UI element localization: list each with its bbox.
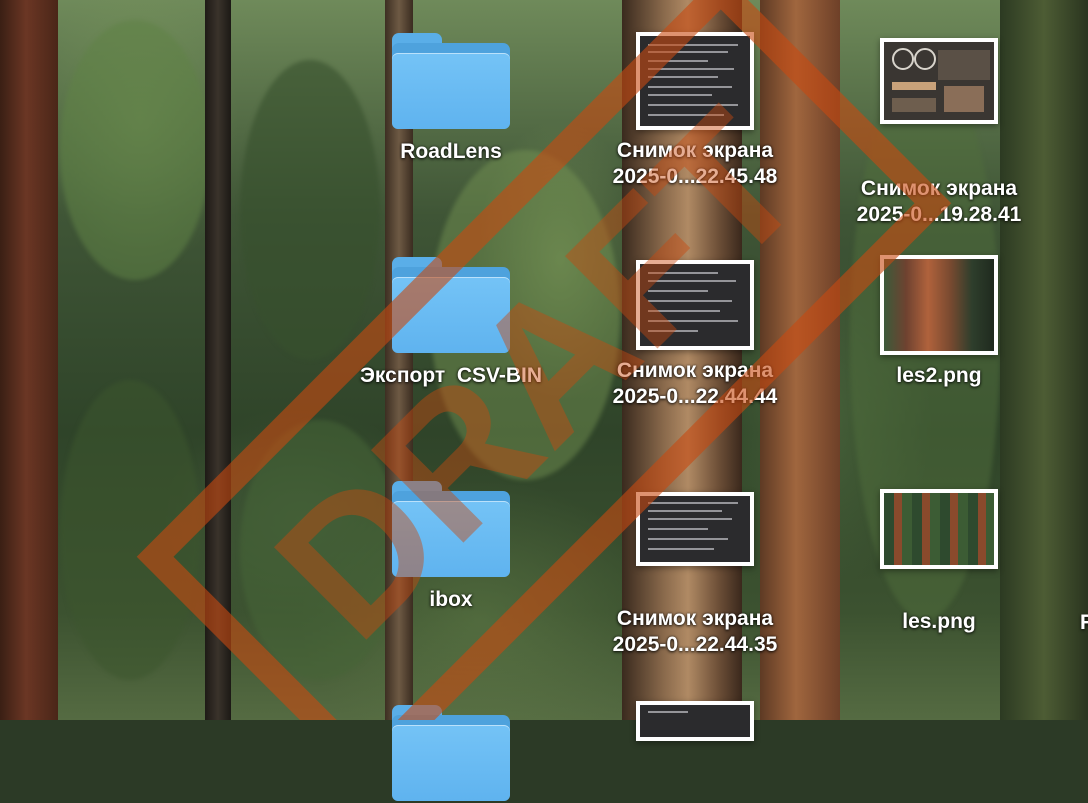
desktop-item-screenshot-partial[interactable] — [585, 701, 805, 741]
desktop-item-screenshot-224435[interactable]: Снимок экрана 2025-0...22.44.35 — [585, 492, 805, 658]
folder-icon — [392, 33, 510, 131]
desktop-item-ibox[interactable]: ibox — [341, 481, 561, 613]
screenshot-thumbnail — [636, 492, 754, 566]
screenshot-thumbnail — [636, 32, 754, 130]
desktop-item-les2-png[interactable]: les2.png — [829, 255, 1049, 389]
screenshot-thumbnail — [636, 701, 754, 741]
folder-icon — [392, 481, 510, 579]
image-thumbnail — [880, 255, 998, 355]
desktop-item-screenshot-224444[interactable]: Снимок экрана 2025-0...22.44.44 — [585, 260, 805, 410]
screenshot-thumbnail — [636, 260, 754, 350]
item-label: RoadLens — [400, 140, 502, 163]
item-label: Снимок экрана 2025-0...19.28.41 — [856, 177, 1022, 226]
item-label: les2.png — [896, 364, 982, 387]
item-label: les.png — [902, 610, 976, 633]
desktop-item-export-csv-bin[interactable]: Экспорт CSV-BIN — [341, 257, 561, 389]
desktop-item-partial-label[interactable]: R — [1080, 611, 1088, 635]
screenshot-thumbnail — [880, 38, 998, 124]
image-thumbnail — [880, 489, 998, 569]
desktop-item-screenshot-224548[interactable]: Снимок экрана 2025-0...22.45.48 — [585, 32, 805, 190]
item-label: Снимок экрана 2025-0...22.44.44 — [612, 359, 778, 408]
desktop-item-roadlens[interactable]: RoadLens — [341, 33, 561, 165]
item-label: ibox — [429, 588, 473, 611]
desktop-item-les-png[interactable]: les.png — [829, 489, 1049, 635]
item-label: Экспорт CSV-BIN — [359, 364, 543, 387]
item-label: Снимок экрана 2025-0...22.44.35 — [612, 607, 778, 656]
folder-icon — [392, 257, 510, 355]
item-label: Снимок экрана 2025-0...22.45.48 — [612, 139, 778, 188]
desktop-item-screenshot-192841[interactable]: Снимок экрана 2025-0...19.28.41 — [829, 38, 1049, 228]
